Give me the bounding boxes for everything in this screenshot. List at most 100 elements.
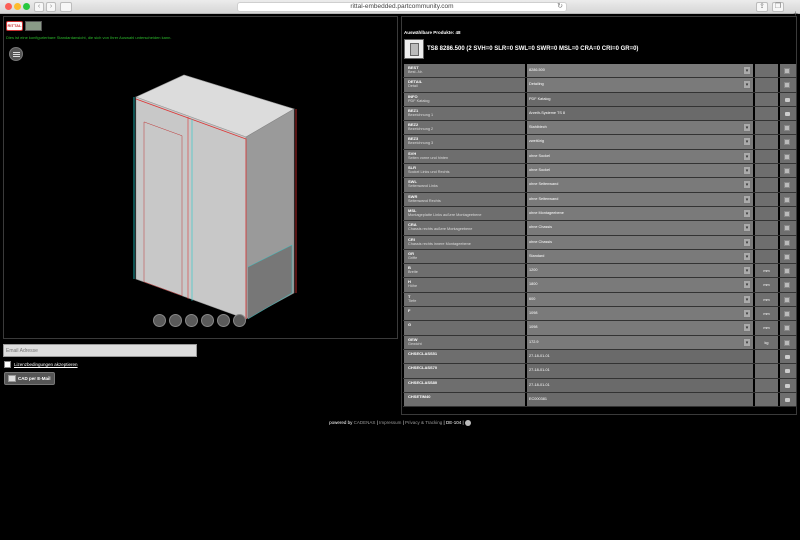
parameter-action[interactable] (780, 264, 796, 278)
parameter-action[interactable] (780, 249, 796, 264)
minimize-window-icon[interactable] (14, 3, 21, 10)
parameter-select[interactable]: ohne Sockel ▾ (527, 149, 753, 164)
parameter-select[interactable]: 1200 ▾ (527, 264, 753, 278)
parameter-action[interactable] (780, 78, 796, 92)
parameter-select[interactable]: 1098 ▾ (527, 321, 753, 335)
edit-icon[interactable] (784, 153, 790, 160)
tabs-overview-icon[interactable]: ❐ (772, 2, 784, 12)
parameter-select[interactable]: Stahlblech ▾ (527, 121, 753, 135)
chevron-down-icon[interactable]: ▾ (743, 180, 751, 190)
chevron-down-icon[interactable]: ▾ (743, 280, 751, 290)
parameter-action[interactable] (780, 321, 796, 335)
globe-icon[interactable] (464, 420, 471, 426)
parameter-action[interactable] (780, 192, 796, 206)
view-front-icon[interactable] (169, 314, 182, 327)
parameter-action[interactable] (780, 164, 796, 178)
edit-icon[interactable] (784, 196, 790, 203)
edit-icon[interactable] (784, 311, 790, 318)
impressum-link[interactable]: Impressum (379, 420, 401, 425)
edit-icon[interactable] (784, 139, 790, 146)
close-window-icon[interactable] (5, 3, 12, 10)
forward-button[interactable]: › (46, 2, 56, 12)
3d-viewer-panel[interactable]: RITTAL Dies ist eine konfigurierbare Sta… (3, 16, 398, 339)
rotate-tool-icon[interactable] (153, 314, 166, 327)
edit-icon[interactable] (784, 125, 790, 132)
chevron-down-icon[interactable]: ▾ (743, 208, 751, 218)
chevron-down-icon[interactable]: ▾ (743, 80, 751, 90)
chevron-down-icon[interactable]: ▾ (743, 323, 751, 333)
parameter-select[interactable]: 1098 ▾ (527, 307, 753, 321)
parameter-action[interactable] (780, 64, 796, 78)
parameter-action[interactable] (780, 278, 796, 292)
chevron-down-icon[interactable]: ▾ (743, 266, 751, 276)
parameter-action[interactable] (780, 149, 796, 164)
view-side-icon[interactable] (185, 314, 198, 327)
back-button[interactable]: ‹ (34, 2, 44, 12)
parameter-action[interactable] (780, 221, 796, 235)
parameter-select[interactable]: ohne Seitenwand ▾ (527, 178, 753, 192)
chevron-down-icon[interactable]: ▾ (743, 294, 751, 304)
chevron-down-icon[interactable]: ▾ (743, 137, 751, 147)
edit-icon[interactable] (784, 239, 790, 246)
parameter-select[interactable]: 600 ▾ (527, 292, 753, 307)
parameter-select[interactable]: ohne Sockel ▾ (527, 164, 753, 178)
edit-icon[interactable] (784, 182, 790, 189)
chevron-down-icon[interactable]: ▾ (743, 309, 751, 319)
edit-icon[interactable] (784, 339, 790, 346)
parameter-select[interactable]: Detailing ▾ (527, 78, 753, 92)
edit-icon[interactable] (784, 225, 790, 232)
privacy-link[interactable]: Privacy & Tracking (405, 420, 442, 425)
chevron-down-icon[interactable]: ▾ (743, 123, 751, 133)
edit-icon[interactable] (784, 268, 790, 275)
parameter-action[interactable] (780, 206, 796, 221)
edit-icon[interactable] (784, 82, 790, 89)
edit-icon[interactable] (784, 296, 790, 303)
chevron-down-icon[interactable]: ▾ (743, 251, 751, 261)
chevron-down-icon[interactable]: ▾ (743, 194, 751, 204)
parameter-select[interactable]: zweitürig ▾ (527, 135, 753, 149)
chevron-down-icon[interactable]: ▾ (743, 166, 751, 176)
parameter-action[interactable] (780, 335, 796, 349)
cad-email-button[interactable]: CAD per E-Mail (4, 372, 55, 385)
parameter-action[interactable] (780, 121, 796, 135)
parameter-select[interactable]: Standard ▾ (527, 249, 753, 264)
parameter-select[interactable]: ohne Chassis ▾ (527, 221, 753, 235)
edit-icon[interactable] (784, 68, 790, 74)
parameter-select[interactable]: ohne Chassis ▾ (527, 235, 753, 249)
edit-icon[interactable] (784, 168, 790, 175)
parameter-action[interactable] (780, 178, 796, 192)
license-checkbox[interactable] (4, 361, 11, 368)
reload-icon[interactable]: ↻ (557, 3, 563, 11)
share-icon[interactable]: ⇪ (756, 2, 768, 12)
parameter-action[interactable] (780, 307, 796, 321)
parameter-action[interactable] (780, 235, 796, 249)
edit-icon[interactable] (784, 210, 790, 217)
parameter-select[interactable]: 8286.500 ▾ (527, 64, 753, 78)
zoom-fit-icon[interactable] (201, 314, 214, 327)
language-code[interactable]: DE-104 (446, 420, 461, 425)
sidebar-toggle-icon[interactable] (60, 2, 72, 12)
chevron-down-icon[interactable]: ▾ (743, 237, 751, 247)
parameter-select[interactable]: 1800 ▾ (527, 278, 753, 292)
edit-icon[interactable] (784, 253, 790, 260)
fullscreen-icon[interactable] (233, 314, 246, 327)
address-bar[interactable]: rittal-embedded.partcommunity.com ↻ (237, 2, 567, 12)
parameter-select[interactable]: 172.9 ▾ (527, 335, 753, 349)
cabinet-3d-model[interactable] (114, 57, 314, 327)
chevron-down-icon[interactable]: ▾ (743, 223, 751, 233)
parameter-action[interactable] (780, 292, 796, 307)
render-mode-icon[interactable] (217, 314, 230, 327)
parameter-select[interactable]: ohne Montageebene ▾ (527, 206, 753, 221)
viewer-menu-icon[interactable] (9, 47, 23, 61)
chevron-down-icon[interactable]: ▾ (743, 151, 751, 161)
parameter-select[interactable]: ohne Seitenwand ▾ (527, 192, 753, 206)
zoom-window-icon[interactable] (23, 3, 30, 10)
license-link[interactable]: Lizenzbedingungen akzeptieren (14, 362, 78, 367)
email-input[interactable] (3, 344, 197, 357)
chevron-down-icon[interactable]: ▾ (743, 66, 751, 75)
chevron-down-icon[interactable]: ▾ (743, 337, 751, 347)
cadenas-link[interactable]: CADENAS (354, 420, 376, 425)
edit-icon[interactable] (784, 325, 790, 332)
edit-icon[interactable] (784, 282, 790, 289)
parameter-action[interactable] (780, 135, 796, 149)
